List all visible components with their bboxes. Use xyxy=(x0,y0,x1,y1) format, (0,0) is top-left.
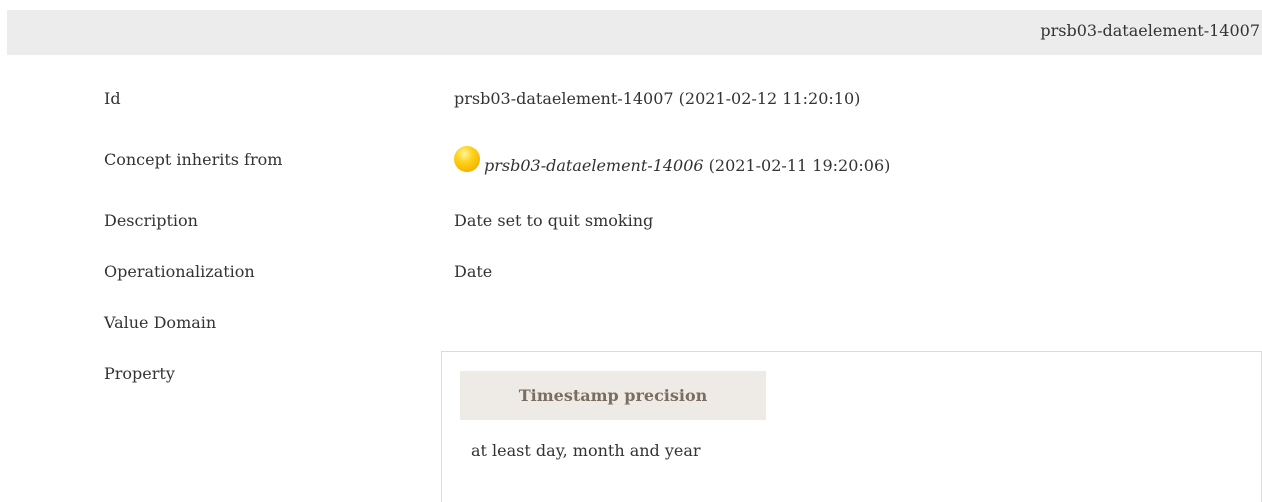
inherits-date: (2021-02-11 19:20:06) xyxy=(703,156,891,175)
operationalization-value: Date xyxy=(454,262,493,281)
inherits-value: prsb03-dataelement-14006 (2021-02-11 19:… xyxy=(454,139,890,175)
status-dot-icon xyxy=(454,146,480,172)
property-value: at least day, month and year xyxy=(471,441,701,460)
operationalization-label: Operationalization xyxy=(104,262,255,281)
property-label: Property xyxy=(104,364,175,383)
page-title: prsb03-dataelement-14007 xyxy=(1040,21,1260,40)
header-bar: prsb03-dataelement-14007 xyxy=(7,10,1262,55)
inherits-id-link[interactable]: prsb03-dataelement-14006 xyxy=(484,156,704,175)
value-domain-label: Value Domain xyxy=(104,313,217,332)
description-value: Date set to quit smoking xyxy=(454,211,654,230)
property-header: Timestamp precision xyxy=(460,371,766,420)
inherits-label: Concept inherits from xyxy=(104,150,283,169)
description-label: Description xyxy=(104,211,198,230)
id-value: prsb03-dataelement-14007 (2021-02-12 11:… xyxy=(454,89,861,108)
id-label: Id xyxy=(104,89,121,108)
property-box: Timestamp precision at least day, month … xyxy=(441,351,1262,502)
